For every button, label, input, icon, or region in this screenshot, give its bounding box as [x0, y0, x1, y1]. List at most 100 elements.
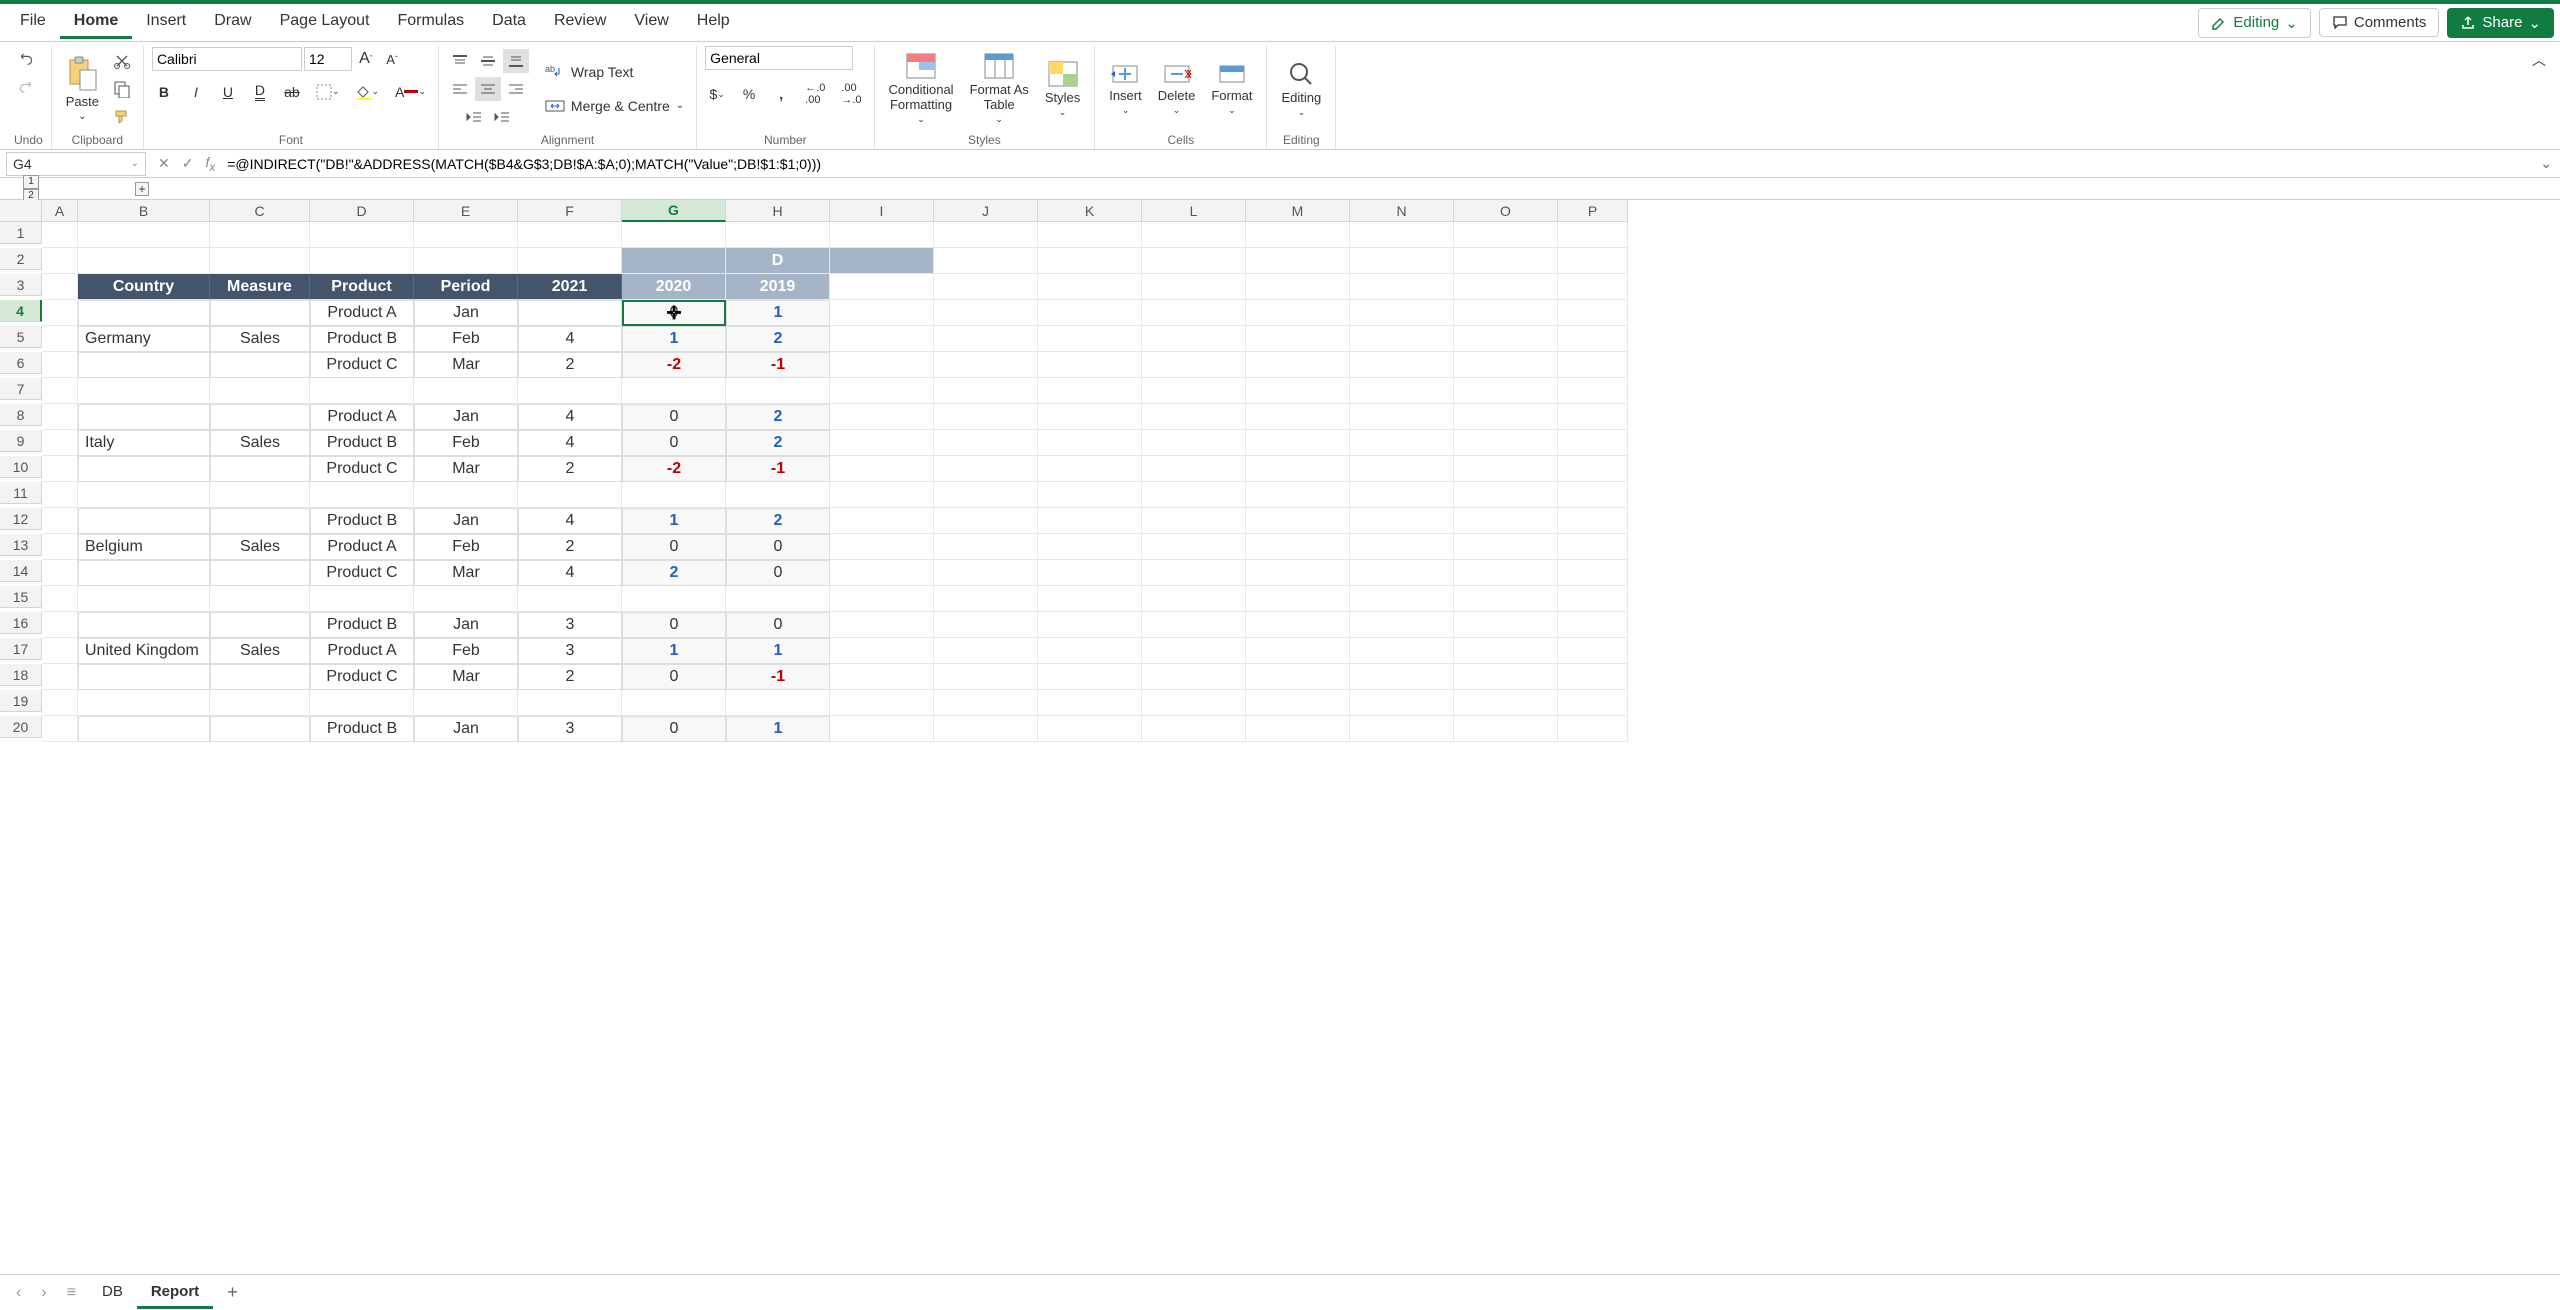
- font-name-select[interactable]: [152, 47, 302, 71]
- cell-P10[interactable]: [1558, 456, 1628, 482]
- cell-F1[interactable]: [518, 222, 622, 248]
- cell-A6[interactable]: [42, 352, 78, 378]
- copy-button[interactable]: [109, 76, 135, 102]
- cell-O13[interactable]: [1454, 534, 1558, 560]
- cell-G3[interactable]: 2020: [622, 274, 726, 300]
- cell-J19[interactable]: [934, 690, 1038, 716]
- cell-J8[interactable]: [934, 404, 1038, 430]
- cell-K3[interactable]: [1038, 274, 1142, 300]
- cell-I10[interactable]: [830, 456, 934, 482]
- cell-C18[interactable]: [210, 664, 310, 690]
- menu-data[interactable]: Data: [478, 6, 540, 39]
- cell-K6[interactable]: [1038, 352, 1142, 378]
- cell-P19[interactable]: [1558, 690, 1628, 716]
- col-header-P[interactable]: P: [1558, 200, 1628, 222]
- cell-H13[interactable]: 0: [726, 534, 830, 560]
- cell-B17[interactable]: United Kingdom: [78, 638, 210, 664]
- cell-F18[interactable]: 2: [518, 664, 622, 690]
- cell-styles-button[interactable]: Styles⌄: [1039, 56, 1086, 122]
- double-underline-button[interactable]: D: [248, 78, 272, 105]
- cell-I4[interactable]: [830, 300, 934, 326]
- cell-B18[interactable]: [78, 664, 210, 690]
- cell-D1[interactable]: [310, 222, 414, 248]
- cell-I7[interactable]: [830, 378, 934, 404]
- cell-J1[interactable]: [934, 222, 1038, 248]
- row-header-12[interactable]: 12: [0, 508, 42, 530]
- row-header-10[interactable]: 10: [0, 456, 42, 478]
- cell-F19[interactable]: [518, 690, 622, 716]
- cell-N10[interactable]: [1350, 456, 1454, 482]
- cell-C4[interactable]: [210, 300, 310, 326]
- cell-I9[interactable]: [830, 430, 934, 456]
- expand-formula-bar-button[interactable]: ⌄: [2532, 155, 2560, 172]
- bold-button[interactable]: B: [152, 80, 176, 104]
- cell-G10[interactable]: -2: [622, 456, 726, 482]
- menu-draw[interactable]: Draw: [200, 6, 265, 39]
- cell-M19[interactable]: [1246, 690, 1350, 716]
- cell-M18[interactable]: [1246, 664, 1350, 690]
- cell-N1[interactable]: [1350, 222, 1454, 248]
- cell-B19[interactable]: [78, 690, 210, 716]
- cell-G8[interactable]: 0: [622, 404, 726, 430]
- cell-F12[interactable]: 4: [518, 508, 622, 534]
- col-header-N[interactable]: N: [1350, 200, 1454, 222]
- cell-L12[interactable]: [1142, 508, 1246, 534]
- cell-N6[interactable]: [1350, 352, 1454, 378]
- cell-P14[interactable]: [1558, 560, 1628, 586]
- cell-H7[interactable]: [726, 378, 830, 404]
- cell-C2[interactable]: [210, 248, 310, 274]
- cell-B13[interactable]: Belgium: [78, 534, 210, 560]
- cell-H10[interactable]: -1: [726, 456, 830, 482]
- cell-P18[interactable]: [1558, 664, 1628, 690]
- cell-A10[interactable]: [42, 456, 78, 482]
- cell-A1[interactable]: [42, 222, 78, 248]
- cell-G17[interactable]: 1: [622, 638, 726, 664]
- conditional-formatting-button[interactable]: Conditional Formatting⌄: [883, 48, 960, 129]
- cell-L10[interactable]: [1142, 456, 1246, 482]
- cell-F10[interactable]: 2: [518, 456, 622, 482]
- cell-E14[interactable]: Mar: [414, 560, 518, 586]
- row-header-15[interactable]: 15: [0, 586, 42, 608]
- cell-L4[interactable]: [1142, 300, 1246, 326]
- cell-I8[interactable]: [830, 404, 934, 430]
- cell-N8[interactable]: [1350, 404, 1454, 430]
- cell-M7[interactable]: [1246, 378, 1350, 404]
- cell-K14[interactable]: [1038, 560, 1142, 586]
- cell-I20[interactable]: [830, 716, 934, 742]
- accept-formula-button[interactable]: ✓: [176, 155, 200, 172]
- cell-C6[interactable]: [210, 352, 310, 378]
- cell-D4[interactable]: Product A: [310, 300, 414, 326]
- cell-K18[interactable]: [1038, 664, 1142, 690]
- cell-J9[interactable]: [934, 430, 1038, 456]
- underline-button[interactable]: U: [216, 80, 240, 104]
- select-all-button[interactable]: [0, 200, 42, 222]
- cell-B14[interactable]: [78, 560, 210, 586]
- cell-P12[interactable]: [1558, 508, 1628, 534]
- col-header-K[interactable]: K: [1038, 200, 1142, 222]
- decrease-font-button[interactable]: Aˇ: [380, 47, 404, 71]
- row-header-19[interactable]: 19: [0, 690, 42, 712]
- cell-J17[interactable]: [934, 638, 1038, 664]
- cell-M9[interactable]: [1246, 430, 1350, 456]
- cell-A14[interactable]: [42, 560, 78, 586]
- cell-E19[interactable]: [414, 690, 518, 716]
- cell-D17[interactable]: Product A: [310, 638, 414, 664]
- comma-button[interactable]: ,: [769, 82, 793, 106]
- cell-D6[interactable]: Product C: [310, 352, 414, 378]
- cell-F13[interactable]: 2: [518, 534, 622, 560]
- cell-K12[interactable]: [1038, 508, 1142, 534]
- cell-K7[interactable]: [1038, 378, 1142, 404]
- cell-E11[interactable]: [414, 482, 518, 508]
- cell-G11[interactable]: [622, 482, 726, 508]
- cell-O15[interactable]: [1454, 586, 1558, 612]
- cell-P20[interactable]: [1558, 716, 1628, 742]
- cell-J18[interactable]: [934, 664, 1038, 690]
- cell-I12[interactable]: [830, 508, 934, 534]
- cell-J4[interactable]: [934, 300, 1038, 326]
- cell-P17[interactable]: [1558, 638, 1628, 664]
- cell-I16[interactable]: [830, 612, 934, 638]
- align-bottom-button[interactable]: [503, 49, 529, 73]
- cell-I1[interactable]: [830, 222, 934, 248]
- cell-F11[interactable]: [518, 482, 622, 508]
- cell-I11[interactable]: [830, 482, 934, 508]
